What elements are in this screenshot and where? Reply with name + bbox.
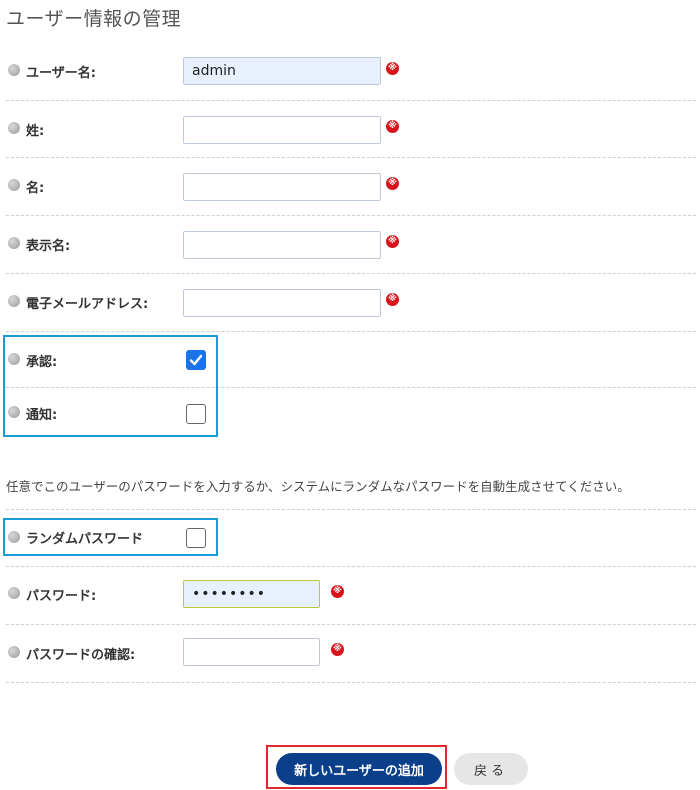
row-firstname: 名: ※ [6, 158, 696, 216]
bullet-icon [8, 179, 20, 191]
password-input[interactable] [183, 580, 320, 608]
page-title: ユーザー情報の管理 [6, 8, 182, 30]
highlight-approve-notify [3, 335, 218, 437]
row-username: ユーザー名: ※ [6, 44, 696, 101]
highlight-random-password [3, 518, 218, 556]
row-password-confirm: パスワードの確認: ※ [6, 625, 696, 683]
bullet-icon [8, 646, 20, 658]
password-confirm-label: パスワードの確認: [26, 648, 136, 663]
displayname-input[interactable] [183, 231, 381, 259]
required-icon: ※ [386, 120, 399, 133]
firstname-input[interactable] [183, 173, 381, 201]
firstname-label: 名: [26, 181, 45, 196]
password-confirm-input[interactable] [183, 638, 320, 666]
bullet-icon [8, 122, 20, 134]
bullet-icon [8, 295, 20, 307]
row-email: 電子メールアドレス: ※ [6, 274, 696, 332]
required-icon: ※ [331, 643, 344, 656]
password-label: パスワード: [26, 589, 97, 604]
row-displayname: 表示名: ※ [6, 216, 696, 274]
bullet-icon [8, 587, 20, 599]
email-label: 電子メールアドレス: [26, 297, 149, 312]
required-icon: ※ [386, 62, 399, 75]
username-input[interactable] [183, 57, 381, 85]
required-icon: ※ [386, 177, 399, 190]
lastname-label: 姓: [26, 124, 45, 139]
username-label: ユーザー名: [26, 66, 96, 81]
email-input[interactable] [183, 289, 381, 317]
back-button[interactable]: 戻る [454, 753, 528, 785]
required-icon: ※ [386, 235, 399, 248]
row-password: パスワード: ※ [6, 567, 696, 625]
row-lastname: 姓: ※ [6, 101, 696, 158]
password-note: 任意でこのユーザーのパスワードを入力するか、システムにランダムなパスワードを自動… [6, 479, 630, 494]
displayname-label: 表示名: [26, 239, 71, 254]
required-icon: ※ [331, 585, 344, 598]
add-user-button[interactable]: 新しいユーザーの追加 [276, 753, 442, 785]
required-icon: ※ [386, 293, 399, 306]
bullet-icon [8, 237, 20, 249]
lastname-input[interactable] [183, 116, 381, 144]
bullet-icon [8, 64, 20, 76]
